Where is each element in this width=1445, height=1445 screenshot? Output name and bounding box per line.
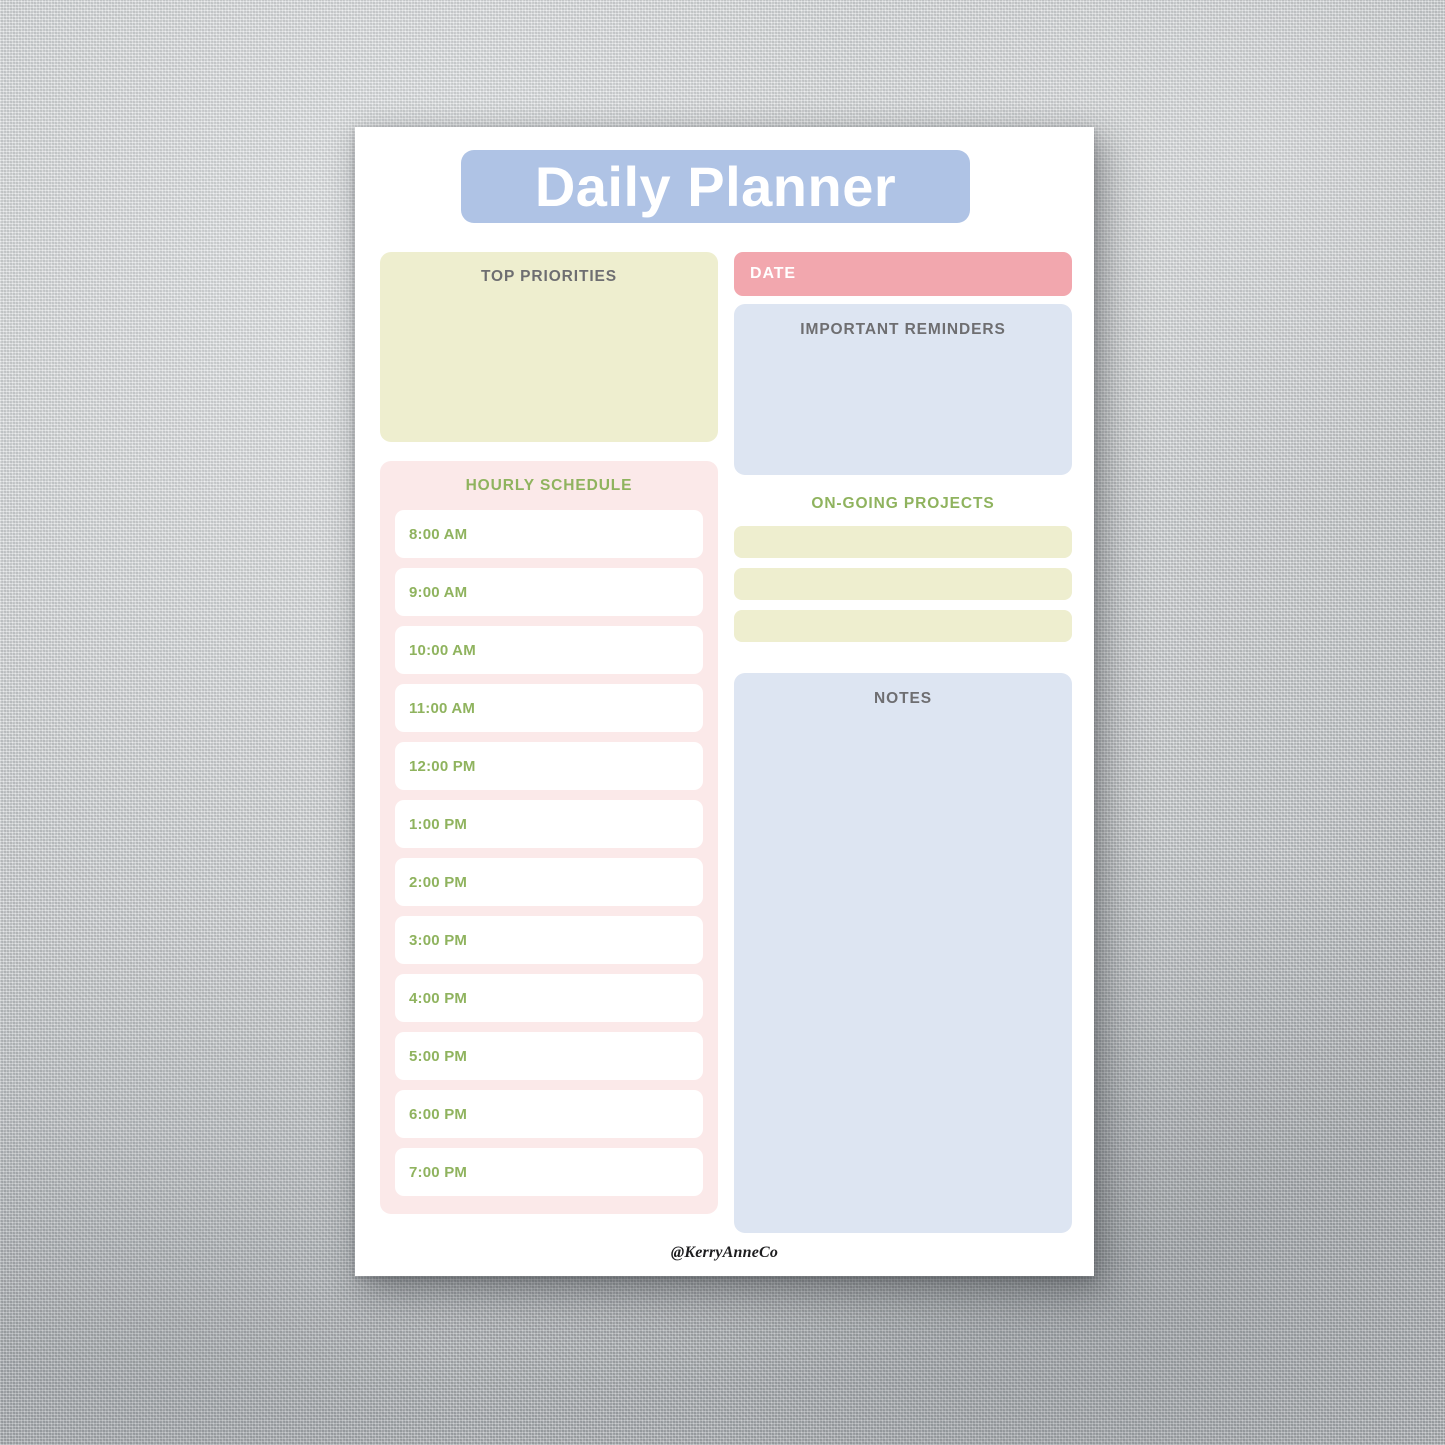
schedule-slot-time: 10:00 AM [409,641,476,659]
schedule-slot-time: 6:00 PM [409,1105,468,1123]
daily-planner-page: Daily Planner TOP PRIORITIES HOURLY SCHE… [355,127,1094,1276]
hourly-schedule-section: HOURLY SCHEDULE 8:00 AM 9:00 AM 10:00 AM… [380,461,718,1214]
schedule-slot[interactable]: 12:00 PM [395,742,703,790]
schedule-slot-time: 2:00 PM [409,873,468,891]
page-title-banner: Daily Planner [461,150,970,223]
schedule-slot-time: 11:00 AM [409,699,476,717]
ongoing-projects-list [734,526,1072,642]
schedule-slot[interactable]: 4:00 PM [395,974,703,1022]
project-row[interactable] [734,526,1072,558]
schedule-slot[interactable]: 9:00 AM [395,568,703,616]
schedule-slot-time: 4:00 PM [409,989,468,1007]
project-row[interactable] [734,568,1072,600]
left-column: TOP PRIORITIES HOURLY SCHEDULE 8:00 AM 9… [380,252,718,1214]
schedule-slot-time: 3:00 PM [409,931,468,949]
page-title: Daily Planner [534,154,897,218]
date-label: DATE [750,265,796,282]
notes-heading: NOTES [874,690,932,707]
notes-section[interactable]: NOTES [734,673,1072,1233]
hourly-schedule-slot-list: 8:00 AM 9:00 AM 10:00 AM 11:00 AM 12:00 … [395,510,703,1196]
important-reminders-heading: IMPORTANT REMINDERS [800,321,1006,338]
schedule-slot[interactable]: 7:00 PM [395,1148,703,1196]
schedule-slot-time: 9:00 AM [409,583,468,601]
footer-handle: @KerryAnneCo [670,1244,779,1261]
hourly-schedule-heading: HOURLY SCHEDULE [465,477,633,494]
schedule-slot[interactable]: 1:00 PM [395,800,703,848]
right-column: DATE IMPORTANT REMINDERS ON-GOING PROJEC… [734,252,1072,1233]
schedule-slot-time: 8:00 AM [409,525,468,543]
schedule-slot-time: 1:00 PM [409,815,468,833]
schedule-slot[interactable]: 6:00 PM [395,1090,703,1138]
schedule-slot[interactable]: 2:00 PM [395,858,703,906]
top-priorities-section[interactable]: TOP PRIORITIES [380,252,718,442]
schedule-slot[interactable]: 5:00 PM [395,1032,703,1080]
footer: @KerryAnneCo [355,1244,1094,1262]
schedule-slot-time: 12:00 PM [409,757,476,775]
schedule-slot[interactable]: 10:00 AM [395,626,703,674]
ongoing-projects-heading: ON-GOING PROJECTS [811,495,995,512]
top-priorities-heading: TOP PRIORITIES [480,268,618,285]
schedule-slot[interactable]: 3:00 PM [395,916,703,964]
important-reminders-section[interactable]: IMPORTANT REMINDERS [734,304,1072,475]
date-field[interactable]: DATE [734,252,1072,296]
project-row[interactable] [734,610,1072,642]
schedule-slot-time: 7:00 PM [409,1163,468,1181]
schedule-slot[interactable]: 8:00 AM [395,510,703,558]
schedule-slot-time: 5:00 PM [409,1047,468,1065]
schedule-slot[interactable]: 11:00 AM [395,684,703,732]
